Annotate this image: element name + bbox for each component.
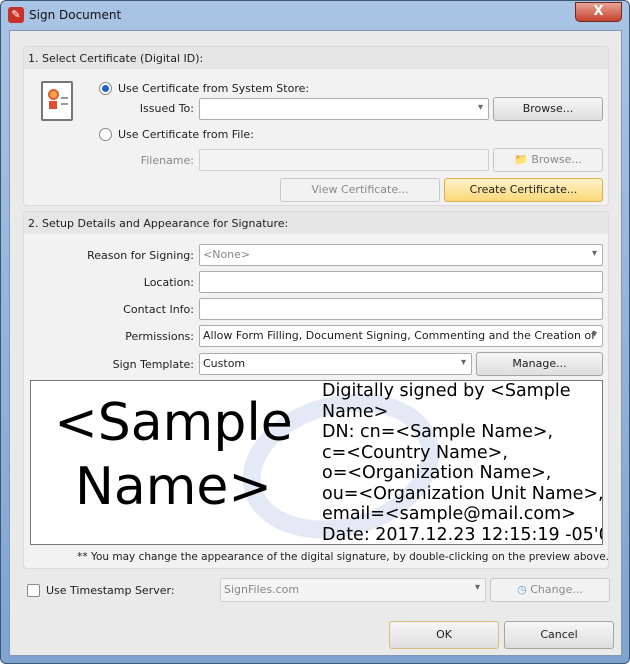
contact-info-input[interactable] bbox=[199, 298, 603, 320]
preview-detail-line: DN: cn=<Sample Name>, bbox=[322, 422, 554, 442]
filename-label: Filename: bbox=[140, 154, 194, 167]
close-button[interactable]: X bbox=[575, 2, 622, 22]
permissions-dropdown[interactable]: Allow Form Filling, Document Signing, Co… bbox=[199, 325, 603, 347]
preview-details: Digitally signed by <Sample Name> DN: cn… bbox=[322, 381, 603, 545]
sign-template-dropdown[interactable]: Custom bbox=[199, 353, 472, 375]
use-timestamp-checkbox[interactable] bbox=[27, 584, 40, 597]
clock-icon: ◷ bbox=[517, 583, 527, 596]
preview-detail-line: Name> bbox=[322, 401, 389, 422]
preview-detail-line: o=<Organization Name>, bbox=[322, 463, 552, 483]
sign-document-dialog: ✎ Sign Document X 1. Select Certificate … bbox=[0, 0, 630, 664]
cancel-button[interactable]: Cancel bbox=[504, 621, 614, 649]
reason-dropdown[interactable]: <None> bbox=[199, 244, 603, 266]
use-system-store-radio[interactable] bbox=[99, 82, 112, 95]
ok-button[interactable]: OK bbox=[389, 621, 499, 649]
certificate-icon bbox=[41, 81, 73, 121]
signature-preview[interactable]: <Sample Name> Digitally signed by <Sample… bbox=[30, 380, 603, 545]
location-label: Location: bbox=[143, 276, 194, 289]
preview-detail-line: Digitally signed by <Sample bbox=[322, 381, 571, 401]
browse-file-button[interactable]: 📁 Browse... bbox=[493, 148, 603, 172]
window-title: Sign Document bbox=[29, 8, 122, 22]
preview-note: ** You may change the appearance of the … bbox=[77, 551, 609, 563]
dialog-body: 1. Select Certificate (Digital ID): Use … bbox=[9, 30, 622, 656]
use-timestamp-label: Use Timestamp Server: bbox=[46, 584, 175, 597]
change-label: Change... bbox=[530, 583, 583, 596]
permissions-label: Permissions: bbox=[125, 330, 194, 343]
folder-icon: 📁 bbox=[514, 153, 528, 166]
browse-store-button[interactable]: Browse... bbox=[493, 97, 603, 121]
preview-detail-line: Date: 2017.12.23 12:15:19 -05'00' bbox=[322, 524, 603, 545]
use-file-radio[interactable] bbox=[99, 128, 112, 141]
timestamp-server-dropdown[interactable]: SignFiles.com bbox=[220, 578, 486, 602]
issued-to-dropdown[interactable] bbox=[199, 98, 489, 120]
select-certificate-group: 1. Select Certificate (Digital ID): Use … bbox=[23, 46, 609, 206]
filename-input[interactable] bbox=[199, 149, 489, 171]
location-input[interactable] bbox=[199, 271, 603, 293]
preview-detail-line: ou=<Organization Unit Name>, bbox=[322, 483, 603, 504]
sign-template-label: Sign Template: bbox=[112, 358, 194, 371]
preview-name-line: Name> bbox=[75, 457, 272, 517]
preview-detail-line: email=<sample@mail.com> bbox=[322, 504, 576, 524]
section-heading: 2. Setup Details and Appearance for Sign… bbox=[24, 212, 608, 234]
use-file-label: Use Certificate from File: bbox=[118, 128, 254, 141]
preview-name: <Sample Name> bbox=[41, 391, 306, 519]
issued-to-label: Issued To: bbox=[139, 102, 194, 115]
manage-templates-button[interactable]: Manage... bbox=[476, 352, 603, 376]
section-heading: 1. Select Certificate (Digital ID): bbox=[24, 47, 608, 69]
view-certificate-button[interactable]: View Certificate... bbox=[280, 178, 440, 202]
use-system-store-label: Use Certificate from System Store: bbox=[118, 82, 310, 95]
browse-file-label: Browse... bbox=[531, 153, 582, 166]
preview-detail-line: c=<Country Name>, bbox=[322, 442, 508, 463]
app-pen-icon: ✎ bbox=[8, 7, 24, 23]
create-certificate-button[interactable]: Create Certificate... bbox=[444, 178, 603, 202]
preview-name-line: <Sample bbox=[54, 393, 293, 453]
contact-info-label: Contact Info: bbox=[123, 303, 194, 316]
change-timestamp-button[interactable]: ◷ Change... bbox=[490, 578, 610, 602]
reason-label: Reason for Signing: bbox=[87, 249, 194, 262]
